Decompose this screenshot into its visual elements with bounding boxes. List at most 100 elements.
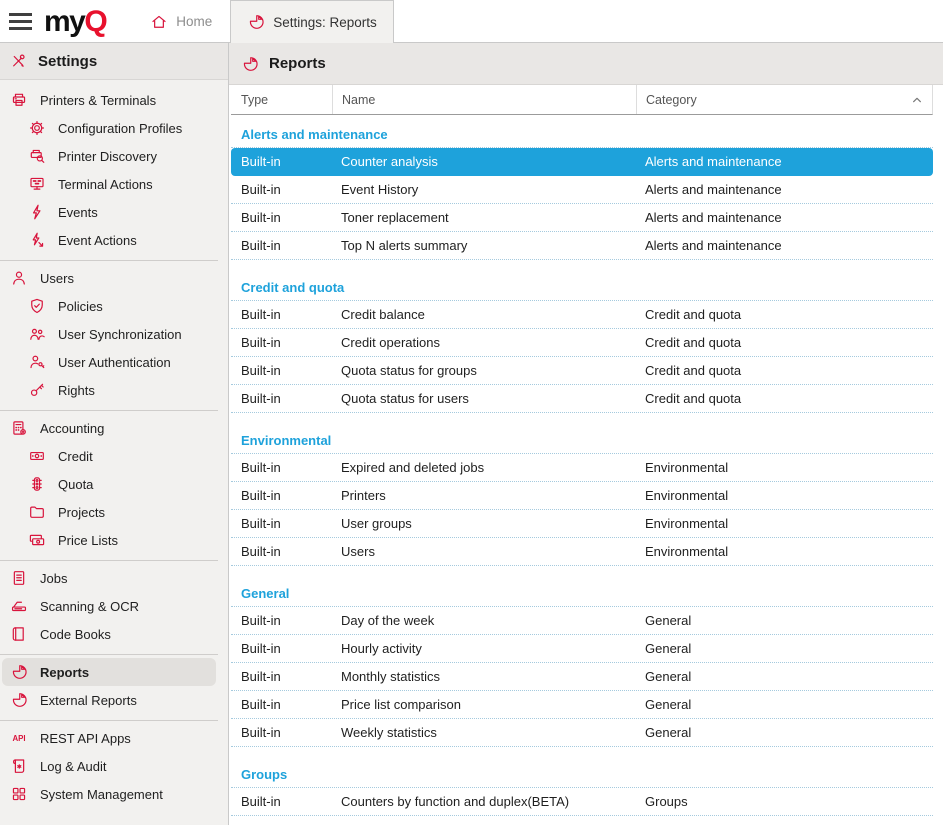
table-row[interactable]: Built-inExpired and deleted jobsEnvironm… <box>231 454 933 482</box>
sidebar-item-printers-terminals[interactable]: Printers & Terminals <box>2 86 216 114</box>
table-row[interactable]: Built-inToner replacementAlerts and main… <box>231 204 933 232</box>
pie-chart-icon <box>241 55 259 73</box>
sidebar-item-accounting[interactable]: Accounting <box>2 414 216 442</box>
sidebar-section: UsersPoliciesUser SynchronizationUser Au… <box>0 261 218 411</box>
sidebar-item-code-books[interactable]: Code Books <box>2 620 216 648</box>
banknote-icon <box>28 447 46 465</box>
sidebar-item-policies[interactable]: Policies <box>2 292 216 320</box>
cell-type: Built-in <box>241 641 341 656</box>
cell-type: Built-in <box>241 613 341 628</box>
cell-category: Environmental <box>645 516 933 531</box>
sidebar-item-user-synchronization[interactable]: User Synchronization <box>2 320 216 348</box>
cell-category: Credit and quota <box>645 363 933 378</box>
cell-name: Counter analysis <box>341 154 645 169</box>
tools-icon <box>9 52 27 70</box>
cell-category: General <box>645 725 933 740</box>
table-row[interactable]: Built-inQuota status for usersCredit and… <box>231 385 933 413</box>
sidebar-item-log-audit[interactable]: Log & Audit <box>2 752 216 780</box>
cell-name: Price list comparison <box>341 697 645 712</box>
calculator-icon <box>10 419 28 437</box>
cell-name: Event History <box>341 182 645 197</box>
cell-type: Built-in <box>241 154 341 169</box>
table-row[interactable]: Built-inEvent HistoryAlerts and maintena… <box>231 176 933 204</box>
cell-name: Top N alerts summary <box>341 238 645 253</box>
cell-type: Built-in <box>241 182 341 197</box>
sidebar-item-credit[interactable]: Credit <box>2 442 216 470</box>
table-row[interactable]: Built-inWeekly statisticsGeneral <box>231 719 933 747</box>
cell-name: Expired and deleted jobs <box>341 460 645 475</box>
cell-name: Quota status for users <box>341 391 645 406</box>
table-row[interactable]: Built-inTop N alerts summaryAlerts and m… <box>231 232 933 260</box>
cell-type: Built-in <box>241 488 341 503</box>
user-key-icon <box>28 353 46 371</box>
svg-text:API: API <box>12 734 25 743</box>
sidebar-item-quota[interactable]: Quota <box>2 470 216 498</box>
sidebar-item-label: Rights <box>58 383 95 398</box>
table-row[interactable]: Built-inCounter analysisAlerts and maint… <box>231 148 933 176</box>
column-header-category[interactable]: Category <box>636 85 932 114</box>
sidebar-item-system-management[interactable]: System Management <box>2 780 216 808</box>
column-header-name[interactable]: Name <box>332 85 645 114</box>
myq-logo[interactable]: myQ <box>44 0 106 43</box>
table-body: Alerts and maintenanceBuilt-inCounter an… <box>231 121 933 816</box>
tab-home[interactable]: Home <box>132 0 230 43</box>
printer-icon <box>10 91 28 109</box>
sidebar-section: Accounting CreditQuotaProjectsPrice Lists <box>0 411 218 561</box>
table-row[interactable]: Built-inPrice list comparisonGeneral <box>231 691 933 719</box>
table-row[interactable]: Built-inPrintersEnvironmental <box>231 482 933 510</box>
table-row[interactable]: Built-inDay of the weekGeneral <box>231 607 933 635</box>
group-header: Alerts and maintenance <box>231 121 933 148</box>
sidebar-item-scanning-ocr[interactable]: Scanning & OCR <box>2 592 216 620</box>
page-title: Reports <box>269 55 326 72</box>
table-row[interactable]: Built-inCounters by function and duplex(… <box>231 788 933 816</box>
table-row[interactable]: Built-inCredit balanceCredit and quota <box>231 301 933 329</box>
sidebar-nav: Printers & TerminalsConfiguration Profil… <box>0 80 228 814</box>
cell-name: User groups <box>341 516 645 531</box>
table-row[interactable]: Built-inUsersEnvironmental <box>231 538 933 566</box>
sidebar-item-reports[interactable]: Reports <box>2 658 216 686</box>
sidebar-item-jobs[interactable]: Jobs <box>2 564 216 592</box>
sidebar-section: APIREST API Apps Log & Audit System Manage… <box>0 721 218 814</box>
cell-name: Credit operations <box>341 335 645 350</box>
sidebar-item-price-lists[interactable]: Price Lists <box>2 526 216 554</box>
table-header-row: Type Name Category <box>231 85 933 115</box>
tab-home-label: Home <box>176 14 212 29</box>
table-row[interactable]: Built-inCredit operationsCredit and quot… <box>231 329 933 357</box>
sidebar-item-projects[interactable]: Projects <box>2 498 216 526</box>
sidebar-item-events[interactable]: Events <box>2 198 216 226</box>
table-row[interactable]: Built-inQuota status for groupsCredit an… <box>231 357 933 385</box>
lightning-icon <box>28 203 46 221</box>
menu-hamburger-icon[interactable] <box>0 0 44 43</box>
cell-category: Environmental <box>645 544 933 559</box>
cell-category: Credit and quota <box>645 307 933 322</box>
sidebar-item-rest-api-apps[interactable]: APIREST API Apps <box>2 724 216 752</box>
table-row[interactable]: Built-inHourly activityGeneral <box>231 635 933 663</box>
lightning-arrow-icon <box>28 231 46 249</box>
sidebar-item-rights[interactable]: Rights <box>2 376 216 404</box>
sidebar-item-label: Jobs <box>40 571 67 586</box>
table-row[interactable]: Built-inMonthly statisticsGeneral <box>231 663 933 691</box>
cell-type: Built-in <box>241 391 341 406</box>
sidebar-item-event-actions[interactable]: Event Actions <box>2 226 216 254</box>
sidebar-item-configuration-profiles[interactable]: Configuration Profiles <box>2 114 216 142</box>
sidebar-item-label: System Management <box>40 787 163 802</box>
tab-settings-reports[interactable]: Settings: Reports <box>230 0 394 43</box>
cell-type: Built-in <box>241 238 341 253</box>
tab-settings-reports-label: Settings: Reports <box>273 15 377 30</box>
cell-category: Credit and quota <box>645 335 933 350</box>
sidebar-item-printer-discovery[interactable]: Printer Discovery <box>2 142 216 170</box>
cell-category: General <box>645 641 933 656</box>
cell-type: Built-in <box>241 725 341 740</box>
cell-category: Alerts and maintenance <box>645 238 933 253</box>
table-row[interactable]: Built-inUser groupsEnvironmental <box>231 510 933 538</box>
sidebar-item-user-authentication[interactable]: User Authentication <box>2 348 216 376</box>
scroll-icon <box>10 757 28 775</box>
top-bar: myQ Home Settings: Reports <box>0 0 943 43</box>
column-header-type[interactable]: Type <box>241 85 341 114</box>
sidebar-item-label: Log & Audit <box>40 759 107 774</box>
cell-category: Alerts and maintenance <box>645 182 933 197</box>
sidebar-item-terminal-actions[interactable]: Terminal Actions <box>2 170 216 198</box>
sidebar-item-label: Accounting <box>40 421 104 436</box>
sidebar-item-users[interactable]: Users <box>2 264 216 292</box>
sidebar-item-external-reports[interactable]: External Reports <box>2 686 216 714</box>
